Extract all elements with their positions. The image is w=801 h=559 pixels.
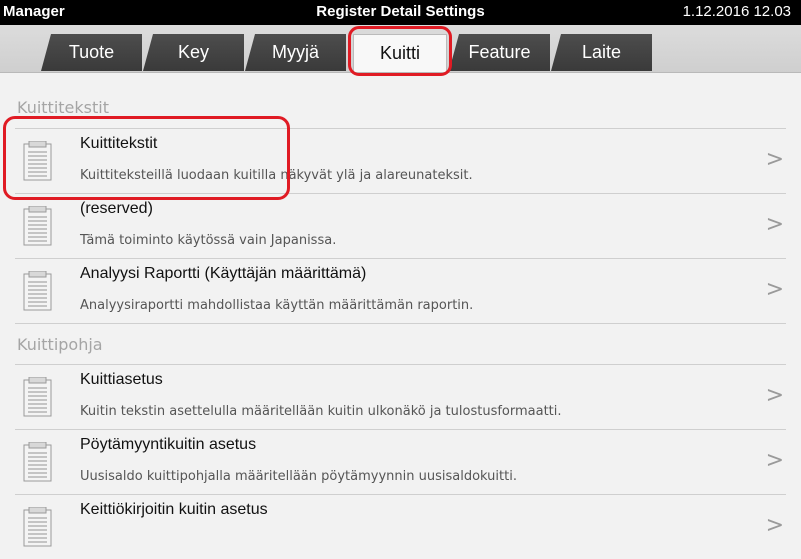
tab-strip: Tuote Key Myyjä Kuitti Feature Laite xyxy=(0,25,801,73)
list-item-analyysi-raportti[interactable]: Analyysi Raportti (Käyttäjän määrittämä)… xyxy=(15,259,786,323)
settings-list: Kuittitekstit Kuittitekstit Kuittitekste… xyxy=(0,73,801,547)
divider xyxy=(15,323,786,324)
item-description: Uusisaldo kuittipohjalla määritellään pö… xyxy=(80,469,517,484)
tab-feature[interactable]: Feature xyxy=(449,34,550,71)
item-title: Pöytämyyntikuitin asetus xyxy=(80,436,257,453)
datetime: 1.12.2016 12.03 xyxy=(682,3,791,20)
item-title: (reserved) xyxy=(80,200,153,217)
chevron-right-icon: > xyxy=(765,212,784,237)
tab-kuitti[interactable]: Kuitti xyxy=(353,34,447,72)
document-icon xyxy=(23,271,52,311)
tab-label: Key xyxy=(177,42,210,62)
list-item-keittiokirjoitin-kuitin-asetus[interactable]: Keittiökirjoitin kuitin asetus > xyxy=(15,495,786,559)
item-description: Tämä toiminto käytössä vain Japanissa. xyxy=(80,233,337,248)
list-item-kuittitekstit[interactable]: Kuittitekstit Kuittiteksteillä luodaan k… xyxy=(15,129,786,193)
item-title: Analyysi Raportti (Käyttäjän määrittämä) xyxy=(80,265,367,282)
tab-myyja[interactable]: Myyjä xyxy=(245,34,346,71)
tab-label: Tuote xyxy=(68,42,115,62)
item-description: Kuitin tekstin asettelulla määritellään … xyxy=(80,404,562,419)
section-header-kuittitekstit: Kuittitekstit xyxy=(17,98,109,117)
document-icon xyxy=(23,377,52,417)
title-bar: Manager Register Detail Settings 1.12.20… xyxy=(0,0,801,25)
item-title: Kuittitekstit xyxy=(80,135,158,152)
tab-key[interactable]: Key xyxy=(143,34,244,71)
chevron-right-icon: > xyxy=(765,277,784,302)
document-icon xyxy=(23,442,52,482)
section-header-kuittipohja: Kuittipohja xyxy=(17,335,103,354)
list-item-reserved[interactable]: (reserved) Tämä toiminto käytössä vain J… xyxy=(15,194,786,258)
document-icon xyxy=(23,507,52,547)
item-description: Kuittiteksteillä luodaan kuitilla näkyvä… xyxy=(80,168,473,183)
chevron-right-icon: > xyxy=(765,383,784,408)
tab-tuote[interactable]: Tuote xyxy=(41,34,142,71)
document-icon xyxy=(23,206,52,246)
tab-label: Kuitti xyxy=(379,43,421,63)
list-item-kuittiasetus[interactable]: Kuittiasetus Kuitin tekstin asettelulla … xyxy=(15,365,786,429)
chevron-right-icon: > xyxy=(765,448,784,473)
tab-label: Laite xyxy=(581,42,622,62)
tab-label: Myyjä xyxy=(271,42,319,62)
list-item-poytamyyntikuitin-asetus[interactable]: Pöytämyyntikuitin asetus Uusisaldo kuitt… xyxy=(15,430,786,494)
tab-laite[interactable]: Laite xyxy=(551,34,652,71)
tab-label: Feature xyxy=(468,42,531,62)
chevron-right-icon: > xyxy=(765,147,784,172)
item-description: Analyysiraportti mahdollistaa käyttän mä… xyxy=(80,298,474,313)
document-icon xyxy=(23,141,52,181)
chevron-right-icon: > xyxy=(765,513,784,538)
window-title: Register Detail Settings xyxy=(316,3,485,20)
item-title: Keittiökirjoitin kuitin asetus xyxy=(80,501,268,518)
item-title: Kuittiasetus xyxy=(80,371,163,388)
